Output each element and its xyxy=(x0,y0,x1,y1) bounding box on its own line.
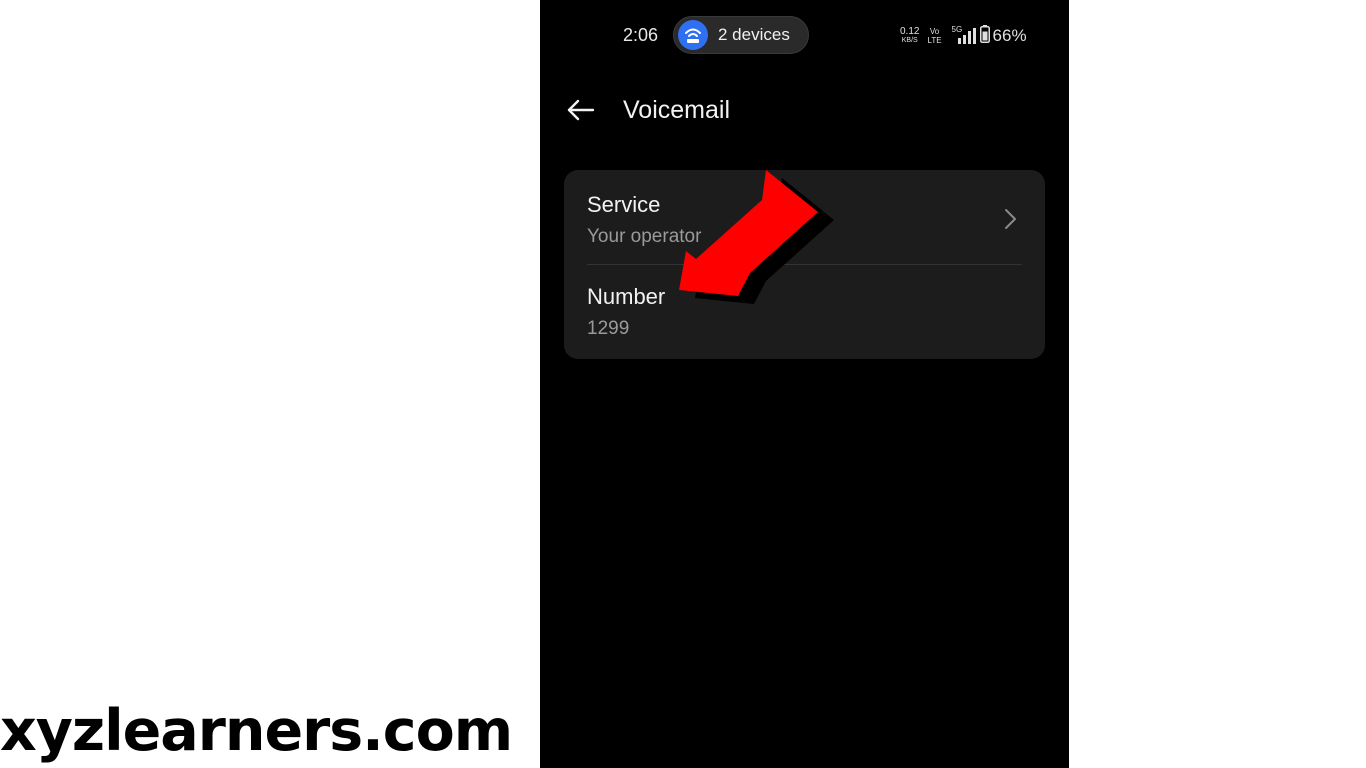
number-title: Number xyxy=(587,284,666,309)
network-type: 5G xyxy=(951,25,963,34)
status-time: 2:06 xyxy=(623,25,659,45)
net-speed: 0.12 KB/S xyxy=(900,27,919,45)
signal-icon: 5G xyxy=(951,25,976,45)
chevron-right-icon xyxy=(1001,208,1019,230)
watermark-text: xyzlearners.com xyxy=(0,698,513,764)
status-indicators: 0.12 KB/S Vo LTE 5G 66% xyxy=(900,24,1027,48)
battery-percent: 66% xyxy=(992,26,1027,45)
volte-bottom: LTE xyxy=(927,36,942,45)
voicemail-settings-card: Service Your operator Number 1299 xyxy=(564,170,1045,359)
volte-top: Vo xyxy=(929,27,940,36)
volte-indicator: Vo LTE xyxy=(927,27,941,45)
settings-row-number[interactable]: Number 1299 xyxy=(564,265,1045,359)
hotspot-devices-chip[interactable]: 2 devices xyxy=(673,16,809,54)
hotspot-icon xyxy=(678,20,708,50)
service-subtitle: Your operator xyxy=(587,226,702,247)
settings-row-service[interactable]: Service Your operator xyxy=(564,170,1045,264)
number-value: 1299 xyxy=(587,318,630,339)
battery-icon xyxy=(979,24,990,48)
phone-screen: 2:06 2 devices 0.12 KB/S Vo LTE 5G 66% V… xyxy=(540,0,1069,768)
net-speed-unit: KB/S xyxy=(901,37,918,44)
page-title: Voicemail xyxy=(623,96,730,124)
net-speed-value: 0.12 xyxy=(900,26,920,37)
service-title: Service xyxy=(587,192,661,217)
screenshot-canvas: 2:06 2 devices 0.12 KB/S Vo LTE 5G 66% V… xyxy=(0,0,1366,768)
back-button[interactable] xyxy=(564,94,598,128)
arrow-left-icon xyxy=(567,99,595,121)
red-pointer-arrow-icon xyxy=(679,170,834,304)
hotspot-devices-label: 2 devices xyxy=(718,25,790,44)
